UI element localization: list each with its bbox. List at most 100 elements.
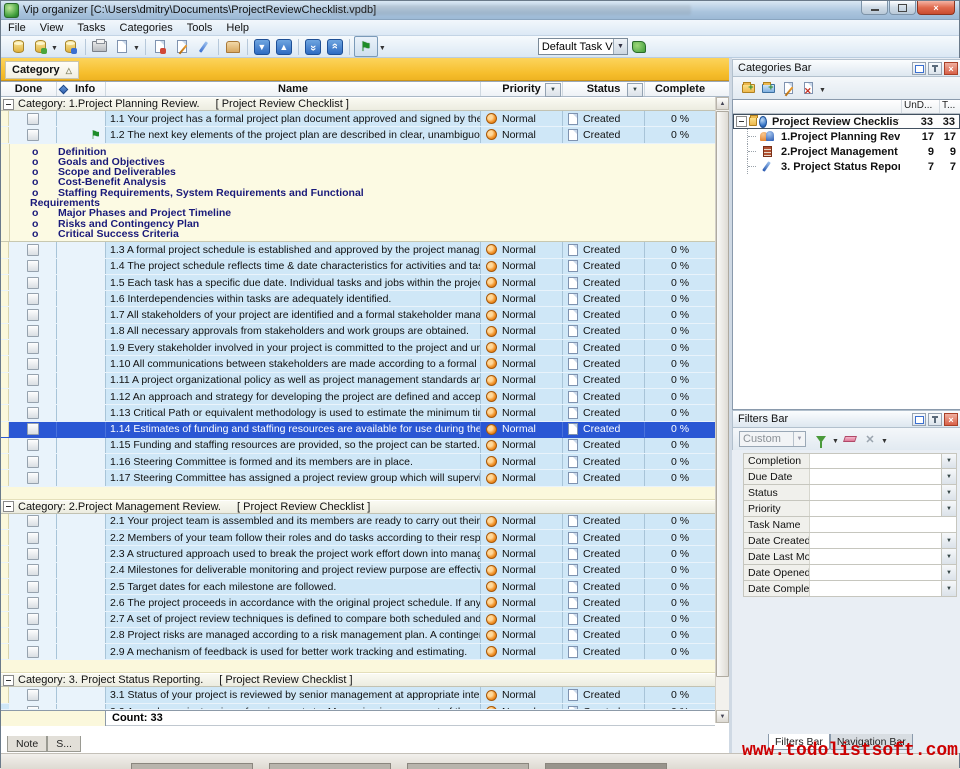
task-row[interactable]: ⚑ 1.6 Interdependencies within tasks are… (1, 291, 729, 307)
filter-dropdown-button[interactable]: ▼ (941, 549, 956, 564)
task-row[interactable]: ⚑ 1.1 Your project has a formal project … (1, 111, 729, 127)
column-header-complete[interactable]: Complete (645, 82, 715, 96)
filter-dropdown-icon[interactable]: ▼ (832, 438, 839, 445)
done-checkbox[interactable] (27, 129, 39, 141)
tab-s[interactable]: S... (47, 736, 81, 752)
apply-view-icon[interactable] (632, 41, 646, 53)
task-row[interactable]: ⚑ 2.6 The project proceeds in accordance… (1, 595, 729, 611)
task-row[interactable]: ⚑ 1.14 Estimates of funding and staffing… (1, 422, 729, 438)
status-filter-button[interactable]: ▼ (627, 83, 643, 97)
done-checkbox[interactable] (27, 293, 39, 305)
close-button[interactable]: × (917, 1, 955, 15)
done-checkbox[interactable] (27, 646, 39, 658)
move-up-icon[interactable]: ▲ (274, 37, 294, 57)
task-row[interactable]: ⚑ 1.5 Each task has a specific due date.… (1, 275, 729, 291)
task-row[interactable]: ⚑ 1.2 The next key elements of the proje… (1, 127, 729, 143)
filter-dropdown-button[interactable]: ▼ (941, 533, 956, 548)
task-row[interactable]: ⚑ 1.15 Funding and staffing resources ar… (1, 438, 729, 454)
delete-filter-icon[interactable]: ✕ (861, 431, 879, 447)
filter-dropdown-button[interactable]: ▼ (941, 501, 956, 516)
column-header-undone[interactable]: UnD... (902, 100, 940, 113)
category-tree-item-1-project-planning-review[interactable]: 1.Project Planning Review. 17 17 (733, 129, 960, 144)
flag-dropdown-icon[interactable]: ▼ (379, 45, 386, 52)
category-group-header[interactable]: Category: 2.Project Management Review. [… (1, 500, 729, 514)
move-to-top-icon[interactable]: » (325, 37, 345, 57)
category-group-header[interactable]: Category: 3. Project Status Reporting. [… (1, 673, 729, 687)
column-header-status[interactable]: Status ▼ (563, 82, 645, 96)
task-row[interactable]: ⚑ 2.8 Project risks are managed accordin… (1, 628, 729, 644)
panel-close-button[interactable]: × (944, 62, 958, 75)
task-row[interactable]: ⚑ 1.13 Critical Path or equivalent metho… (1, 405, 729, 421)
done-checkbox[interactable] (27, 277, 39, 289)
tab-note[interactable]: Note (7, 736, 47, 752)
done-checkbox[interactable] (27, 407, 39, 419)
panel-close-button[interactable]: × (944, 413, 958, 426)
done-checkbox[interactable] (27, 113, 39, 125)
task-row[interactable]: ⚑ 2.5 Target dates for each milestone ar… (1, 579, 729, 595)
done-checkbox[interactable] (27, 532, 39, 544)
menu-tasks[interactable]: Tasks (70, 22, 112, 34)
menu-view[interactable]: View (33, 22, 71, 34)
task-view-combobox[interactable]: Default Task V▼ (538, 38, 628, 55)
task-row[interactable]: ⚑ 1.7 All stakeholders of your project a… (1, 307, 729, 323)
panel-pin-button[interactable] (928, 413, 942, 426)
done-checkbox[interactable] (27, 358, 39, 370)
filter-value-field[interactable] (810, 469, 941, 484)
edit-category-icon[interactable] (779, 80, 797, 96)
scrollbar-thumb[interactable] (716, 111, 729, 677)
panel-restore-button[interactable] (912, 413, 926, 426)
category-group-header[interactable]: Category: 1.Project Planning Review. [ P… (1, 97, 729, 111)
filter-dropdown-button[interactable]: ▼ (941, 469, 956, 484)
column-header-total[interactable]: T... (940, 100, 960, 113)
done-checkbox[interactable] (27, 244, 39, 256)
print-icon[interactable] (90, 37, 110, 57)
combo-dropdown-icon[interactable]: ▼ (613, 39, 627, 54)
scroll-up-button[interactable]: ▲ (716, 97, 729, 110)
add-category-icon[interactable]: + (739, 80, 757, 96)
category-tree-item-2-project-management-review[interactable]: 2.Project Management Review 9 9 (733, 144, 960, 159)
group-by-category-button[interactable]: Category △ (5, 61, 79, 79)
categories-bar-header[interactable]: Categories Bar × (732, 59, 960, 77)
filter-preset-combobox[interactable]: Custom ▼ (739, 431, 806, 447)
new-task-icon[interactable] (150, 37, 170, 57)
done-checkbox[interactable] (27, 456, 39, 468)
done-checkbox[interactable] (27, 472, 39, 484)
print-preview-dropdown-icon[interactable]: ▼ (133, 45, 140, 52)
minimize-button[interactable] (861, 1, 888, 15)
edit-task-icon[interactable] (172, 37, 192, 57)
apply-filter-icon[interactable] (812, 431, 830, 447)
done-checkbox[interactable] (27, 439, 39, 451)
category-tree-item-project-review-checklist[interactable]: Project Review Checklist 33 33 (733, 114, 960, 129)
task-row[interactable]: ⚑ 1.4 The project schedule reflects time… (1, 259, 729, 275)
done-checkbox[interactable] (27, 260, 39, 272)
done-checkbox[interactable] (27, 342, 39, 354)
done-checkbox[interactable] (27, 374, 39, 386)
task-row[interactable]: ⚑ 2.2 Members of your team follow their … (1, 530, 729, 546)
print-preview-icon[interactable] (112, 37, 132, 57)
filter-dropdown-button[interactable]: ▼ (941, 485, 956, 500)
filter-dropdown-button[interactable]: ▼ (941, 581, 956, 596)
move-down-icon[interactable]: ▼ (252, 37, 272, 57)
flag-icon[interactable]: ⚑ (354, 37, 378, 57)
task-row[interactable]: ⚑ 1.10 All communications between stakeh… (1, 356, 729, 372)
filter-value-field[interactable] (810, 581, 941, 596)
filter-value-field[interactable] (810, 549, 941, 564)
done-checkbox[interactable] (27, 581, 39, 593)
column-header-info[interactable]: Info (57, 82, 106, 96)
menu-categories[interactable]: Categories (113, 22, 180, 34)
task-row[interactable]: ⚑ 2.4 Milestones for deliverable monitor… (1, 563, 729, 579)
filter-value-field[interactable] (810, 485, 941, 500)
panel-pin-button[interactable] (928, 62, 942, 75)
collapse-icon[interactable] (3, 501, 14, 512)
collapse-icon[interactable] (3, 99, 14, 110)
open-database-dropdown-icon[interactable]: ▼ (51, 45, 58, 52)
task-row[interactable]: ⚑ 1.9 Every stakeholder involved in your… (1, 340, 729, 356)
category-tree-item-3-project-status-reporting[interactable]: 3. Project Status Reporting. 7 7 (733, 159, 960, 174)
save-database-icon[interactable] (61, 37, 81, 57)
task-row[interactable]: ⚑ 2.9 A mechanism of feedback is used fo… (1, 644, 729, 660)
done-checkbox[interactable] (27, 325, 39, 337)
delete-task-icon[interactable] (194, 37, 214, 57)
new-database-icon[interactable] (8, 37, 28, 57)
task-row[interactable]: ⚑ 2.7 A set of project review techniques… (1, 612, 729, 628)
task-row[interactable]: ⚑ 1.16 Steering Committee is formed and … (1, 454, 729, 470)
